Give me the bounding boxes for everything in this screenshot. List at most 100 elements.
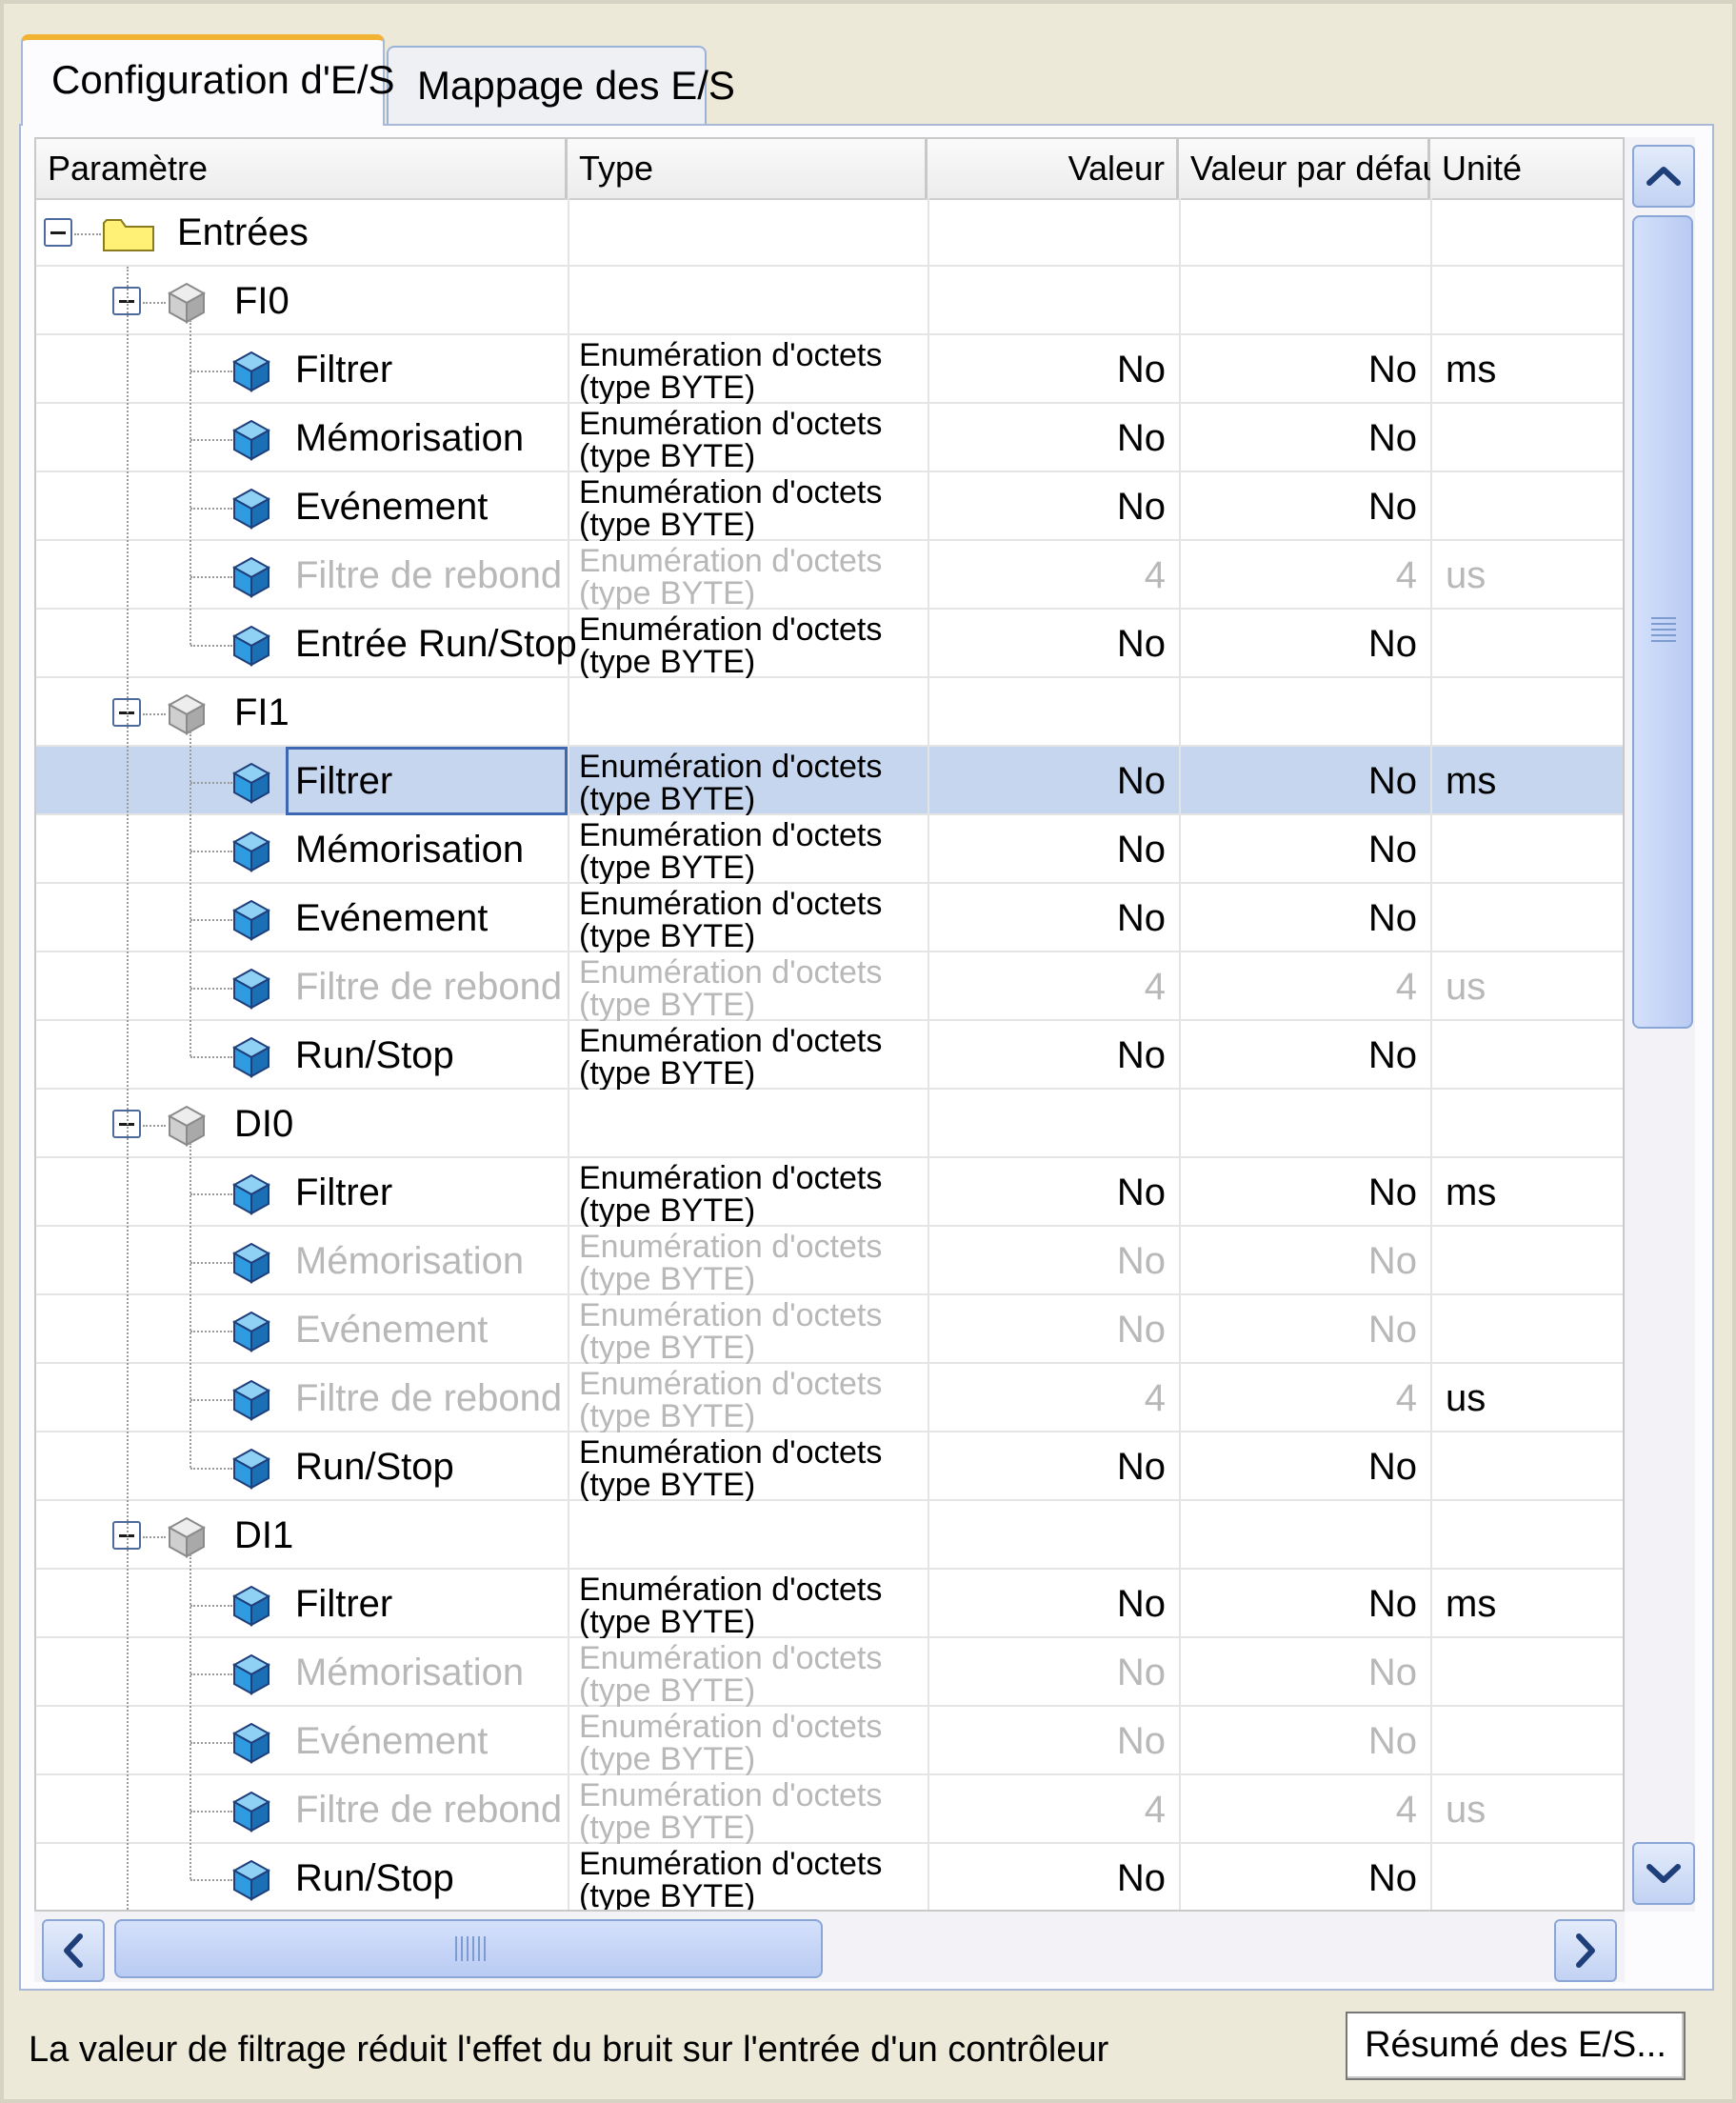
- parameter-unit: ms: [1446, 1583, 1497, 1625]
- table-row[interactable]: Mémorisation Enumération d'octets (type BY…: [36, 1227, 1623, 1295]
- parameter-name[interactable]: Evénement: [295, 472, 488, 541]
- parameter-name[interactable]: Mémorisation: [295, 1638, 524, 1707]
- scroll-down-button[interactable]: [1632, 1842, 1695, 1905]
- tree-node-label[interactable]: FI0: [234, 267, 289, 335]
- parameter-name[interactable]: Filtre de rebond: [295, 541, 562, 610]
- column-divider: [1430, 1775, 1432, 1844]
- parameter-name[interactable]: Run/Stop: [295, 1844, 454, 1910]
- parameter-type-line2: (type BYTE): [579, 438, 756, 472]
- parameter-value[interactable]: No: [928, 1227, 1166, 1295]
- parameter-value[interactable]: No: [928, 1021, 1166, 1090]
- parameter-type-line2: (type BYTE): [579, 1330, 756, 1364]
- table-row[interactable]: Run/Stop Enumération d'octets (type BYTE) N…: [36, 1844, 1623, 1910]
- parameter-name[interactable]: Entrée Run/Stop: [295, 610, 577, 678]
- parameter-value[interactable]: 4: [928, 952, 1166, 1021]
- table-row[interactable]: Mémorisation Enumération d'octets (type BY…: [36, 815, 1623, 884]
- parameter-name[interactable]: Run/Stop: [295, 1021, 454, 1090]
- table-row[interactable]: Filtre de rebond Enumération d'octets (typ…: [36, 1364, 1623, 1432]
- parameter-value[interactable]: 4: [928, 1364, 1166, 1432]
- vertical-scrollbar[interactable]: [1625, 137, 1695, 1912]
- scroll-right-button[interactable]: [1554, 1919, 1617, 1982]
- table-row[interactable]: FI0: [36, 267, 1623, 335]
- parameter-name[interactable]: Mémorisation: [295, 404, 524, 472]
- parameter-name[interactable]: Filtre de rebond: [295, 1775, 562, 1844]
- tree-line: [127, 267, 129, 1910]
- column-header-type[interactable]: Type: [568, 139, 928, 198]
- parameter-name[interactable]: Filtrer: [295, 1158, 392, 1227]
- parameter-default-value: 4: [1395, 1789, 1417, 1831]
- parameter-value[interactable]: No: [928, 1844, 1166, 1910]
- tree-node-label[interactable]: FI1: [234, 678, 289, 747]
- table-row[interactable]: Filtre de rebond Enumération d'octets (typ…: [36, 1775, 1623, 1844]
- parameter-type: Enumération d'octets (type BYTE): [579, 335, 882, 404]
- table-row[interactable]: Run/Stop Enumération d'octets (type BYTE) N…: [36, 1432, 1623, 1501]
- parameter-name[interactable]: Filtre de rebond: [295, 952, 562, 1021]
- parameter-value[interactable]: No: [928, 1295, 1166, 1364]
- parameter-value[interactable]: No: [928, 1707, 1166, 1775]
- horizontal-scroll-thumb[interactable]: [114, 1919, 823, 1978]
- parameter-value[interactable]: No: [928, 747, 1166, 815]
- parameter-value[interactable]: No: [928, 1432, 1166, 1501]
- parameter-name[interactable]: Evénement: [295, 884, 488, 952]
- parameter-value[interactable]: No: [928, 335, 1166, 404]
- tree-node-label[interactable]: DI0: [234, 1090, 293, 1158]
- parameter-value[interactable]: No: [928, 610, 1166, 678]
- table-row[interactable]: Evénement Enumération d'octets (type BYTE)…: [36, 472, 1623, 541]
- table-row[interactable]: Filtrer Enumération d'octets (type BYTE) No…: [36, 747, 1623, 815]
- collapse-toggle[interactable]: [44, 218, 72, 247]
- table-row[interactable]: Filtrer Enumération d'octets (type BYTE) No…: [36, 1570, 1623, 1638]
- parameter-value[interactable]: No: [928, 1570, 1166, 1638]
- table-row[interactable]: DI1: [36, 1501, 1623, 1570]
- parameter-value[interactable]: 4: [928, 541, 1166, 610]
- table-row[interactable]: Evénement Enumération d'octets (type BYTE)…: [36, 884, 1623, 952]
- table-row[interactable]: FI1: [36, 678, 1623, 747]
- parameter-value[interactable]: No: [928, 1638, 1166, 1707]
- parameter-name[interactable]: Mémorisation: [295, 1227, 524, 1295]
- tab-mappage[interactable]: Mappage des E/S: [387, 46, 735, 126]
- parameter-name[interactable]: Filtrer: [295, 335, 392, 404]
- parameter-name[interactable]: Evénement: [295, 1707, 488, 1775]
- scroll-up-button[interactable]: [1632, 145, 1695, 208]
- tab-configuration[interactable]: Configuration d'E/S: [21, 34, 395, 126]
- table-row[interactable]: Mémorisation Enumération d'octets (type BY…: [36, 404, 1623, 472]
- vertical-scroll-thumb[interactable]: [1632, 215, 1693, 1029]
- table-row[interactable]: Entrée Run/Stop Enumération d'octets (type…: [36, 610, 1623, 678]
- scroll-left-button[interactable]: [42, 1919, 105, 1982]
- column-header-row: Paramètre Type Valeur Valeur par défaut …: [36, 139, 1623, 200]
- parameter-value[interactable]: No: [928, 1158, 1166, 1227]
- column-header-unite[interactable]: Unité: [1430, 139, 1623, 198]
- table-row[interactable]: Filtre de rebond Enumération d'octets (typ…: [36, 952, 1623, 1021]
- table-row[interactable]: Run/Stop Enumération d'octets (type BYTE) N…: [36, 1021, 1623, 1090]
- parameter-name[interactable]: Mémorisation: [295, 815, 524, 884]
- io-summary-button[interactable]: Résumé des E/S...: [1346, 2012, 1686, 2080]
- chevron-up-icon: [1646, 167, 1681, 186]
- horizontal-scrollbar[interactable]: [34, 1912, 1625, 1982]
- parameter-value[interactable]: No: [928, 815, 1166, 884]
- parameter-value[interactable]: 4: [928, 1775, 1166, 1844]
- parameter-name[interactable]: Filtrer: [295, 1570, 392, 1638]
- parameter-value[interactable]: No: [928, 472, 1166, 541]
- column-header-parametre[interactable]: Paramètre: [36, 139, 568, 198]
- tree-line: [190, 1742, 232, 1744]
- table-row[interactable]: Filtre de rebond Enumération d'octets (typ…: [36, 541, 1623, 610]
- column-header-valeur[interactable]: Valeur: [928, 139, 1179, 198]
- table-row[interactable]: Filtrer Enumération d'octets (type BYTE) No…: [36, 1158, 1623, 1227]
- table-row[interactable]: Entrées: [36, 198, 1623, 267]
- table-row[interactable]: DI0: [36, 1090, 1623, 1158]
- tree-line: [190, 1262, 232, 1264]
- parameter-value[interactable]: No: [928, 884, 1166, 952]
- parameter-value[interactable]: No: [928, 404, 1166, 472]
- table-row[interactable]: Mémorisation Enumération d'octets (type BY…: [36, 1638, 1623, 1707]
- parameter-name[interactable]: Run/Stop: [295, 1432, 454, 1501]
- table-row[interactable]: Evénement Enumération d'octets (type BYTE)…: [36, 1707, 1623, 1775]
- table-row[interactable]: Evénement Enumération d'octets (type BYTE)…: [36, 1295, 1623, 1364]
- parameter-name[interactable]: Filtrer: [295, 747, 392, 815]
- parameter-cube-icon: [232, 899, 270, 941]
- tree-node-label[interactable]: Entrées: [177, 198, 309, 267]
- column-header-defaut[interactable]: Valeur par défaut: [1179, 139, 1451, 198]
- tree-node-label[interactable]: DI1: [234, 1501, 293, 1570]
- table-row[interactable]: Filtrer Enumération d'octets (type BYTE) No…: [36, 335, 1623, 404]
- parameter-name[interactable]: Evénement: [295, 1295, 488, 1364]
- parameter-name[interactable]: Filtre de rebond: [295, 1364, 562, 1432]
- tree-line: [190, 439, 232, 441]
